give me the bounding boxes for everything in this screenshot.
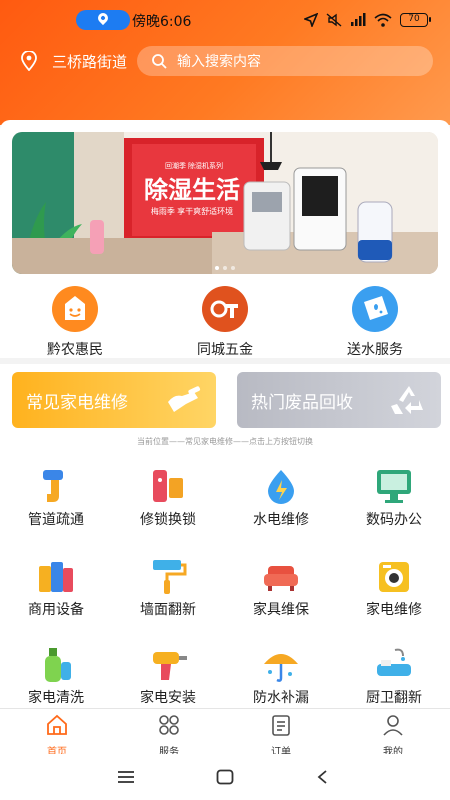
bottom-tab-bar: 首页 服务 订单 我的 — [0, 708, 450, 758]
umbrella-icon — [260, 644, 302, 684]
service-label: 家电清洗 — [28, 690, 84, 706]
service-label: 墙面翻新 — [140, 602, 196, 618]
app-screen: 傍晚6:06 70 三桥路街道 输入搜索内容 回潮季 除湿机系列 除湿生活 梅雨… — [0, 0, 450, 800]
system-nav-bar — [0, 754, 450, 800]
service-item[interactable]: 管道疏通 — [0, 466, 112, 546]
search-icon — [152, 54, 167, 69]
card-title: 常见家电维修 — [26, 392, 128, 413]
status-time: 傍晚6:06 — [132, 14, 192, 30]
paint-roller-icon — [147, 556, 189, 596]
battery-icon: 70 — [400, 13, 431, 27]
quick-action-water[interactable]: 送水服务 — [320, 286, 430, 366]
service-label: 家电维修 — [366, 602, 422, 618]
home-icon — [47, 714, 67, 735]
recycle-icon — [391, 386, 423, 414]
bathroom-icon — [373, 644, 415, 684]
header: 傍晚6:06 70 三桥路街道 输入搜索内容 — [0, 0, 450, 125]
order-list-icon — [272, 715, 290, 736]
lock-icon — [147, 466, 189, 506]
service-item[interactable]: 家具维保 — [225, 556, 337, 636]
back-icon[interactable] — [316, 769, 328, 785]
status-bar: 傍晚6:06 70 — [0, 0, 450, 40]
service-item[interactable]: 数码办公 — [338, 466, 450, 546]
search-input[interactable]: 输入搜索内容 — [137, 46, 433, 76]
repair-hand-icon — [168, 386, 201, 412]
services-grid-icon — [159, 715, 179, 735]
tab-home[interactable]: 首页 — [27, 713, 87, 758]
service-item[interactable]: 墙面翻新 — [112, 556, 224, 636]
card-title: 热门废品回收 — [251, 392, 353, 413]
search-placeholder: 输入搜索内容 — [177, 54, 261, 70]
banner-illustration: 回潮季 除湿机系列 除湿生活 梅雨季 享干爽舒适环境 — [12, 132, 438, 274]
location-label: 三桥路街道 — [52, 52, 128, 71]
quick-action-label: 黔农惠民 — [47, 342, 103, 358]
quick-action-label: 送水服务 — [347, 342, 403, 358]
tab-orders[interactable]: 订单 — [251, 713, 311, 758]
monitor-icon — [373, 466, 415, 506]
promo-banner[interactable]: 回潮季 除湿机系列 除湿生活 梅雨季 享干爽舒适环境 — [12, 132, 438, 274]
drill-icon — [147, 644, 189, 684]
appliance-repair-card[interactable]: 常见家电维修 — [12, 372, 216, 428]
tab-services[interactable]: 服务 — [139, 713, 199, 758]
home-square-icon[interactable] — [216, 769, 234, 785]
recycling-card[interactable]: 热门废品回收 — [237, 372, 441, 428]
service-label: 商用设备 — [28, 602, 84, 618]
banner-subtitle: 梅雨季 享干爽舒适环境 — [151, 206, 233, 216]
wifi-icon — [374, 13, 392, 27]
service-label: 防水补漏 — [253, 690, 309, 706]
cleaning-bottle-icon — [35, 644, 77, 684]
mute-icon — [326, 13, 342, 27]
pipe-icon — [35, 466, 77, 506]
signal-icon — [351, 13, 366, 26]
service-item[interactable]: 商用设备 — [0, 556, 112, 636]
service-label: 管道疏通 — [28, 512, 84, 528]
section-divider — [0, 358, 450, 364]
location-selector[interactable]: 三桥路街道 — [20, 48, 127, 74]
service-item[interactable]: 水电维修 — [225, 466, 337, 546]
location-pin-icon — [95, 10, 111, 26]
banner-series: 回潮季 除湿机系列 — [165, 161, 223, 170]
service-item[interactable]: 家电维修 — [338, 556, 450, 636]
position-hint: 当前位置——常见家电维修——点击上方按钮切换 — [137, 437, 313, 446]
hardware-tools-icon — [202, 286, 248, 332]
quick-action-qiannong[interactable]: 黔农惠民 — [20, 286, 130, 366]
main-content: 回潮季 除湿机系列 除湿生活 梅雨季 享干爽舒适环境 黔农惠民 同城五金 送水服… — [0, 120, 450, 710]
location-marker-icon — [21, 51, 37, 71]
user-icon — [383, 715, 403, 736]
banner-title: 除湿生活 — [144, 176, 240, 204]
quick-action-hardware[interactable]: 同城五金 — [170, 286, 280, 366]
commercial-equipment-icon — [35, 556, 77, 596]
service-label: 厨卫翻新 — [366, 690, 422, 706]
water-electric-icon — [260, 466, 302, 506]
status-icons: 70 — [304, 10, 431, 30]
service-label: 家电安装 — [140, 690, 196, 706]
menu-icon[interactable] — [117, 770, 135, 784]
water-delivery-icon — [352, 286, 398, 332]
service-label: 数码办公 — [366, 512, 422, 528]
location-active-indicator — [76, 10, 130, 30]
quick-action-label: 同城五金 — [197, 342, 253, 358]
service-label: 家具维保 — [253, 602, 309, 618]
tab-profile[interactable]: 我的 — [363, 713, 423, 758]
appliance-icon — [373, 556, 415, 596]
service-item[interactable]: 修锁换锁 — [112, 466, 224, 546]
service-label: 修锁换锁 — [140, 512, 196, 528]
smiley-bag-icon — [52, 286, 98, 332]
sofa-icon — [260, 556, 302, 596]
service-label: 水电维修 — [253, 512, 309, 528]
navigation-arrow-icon — [304, 13, 318, 27]
